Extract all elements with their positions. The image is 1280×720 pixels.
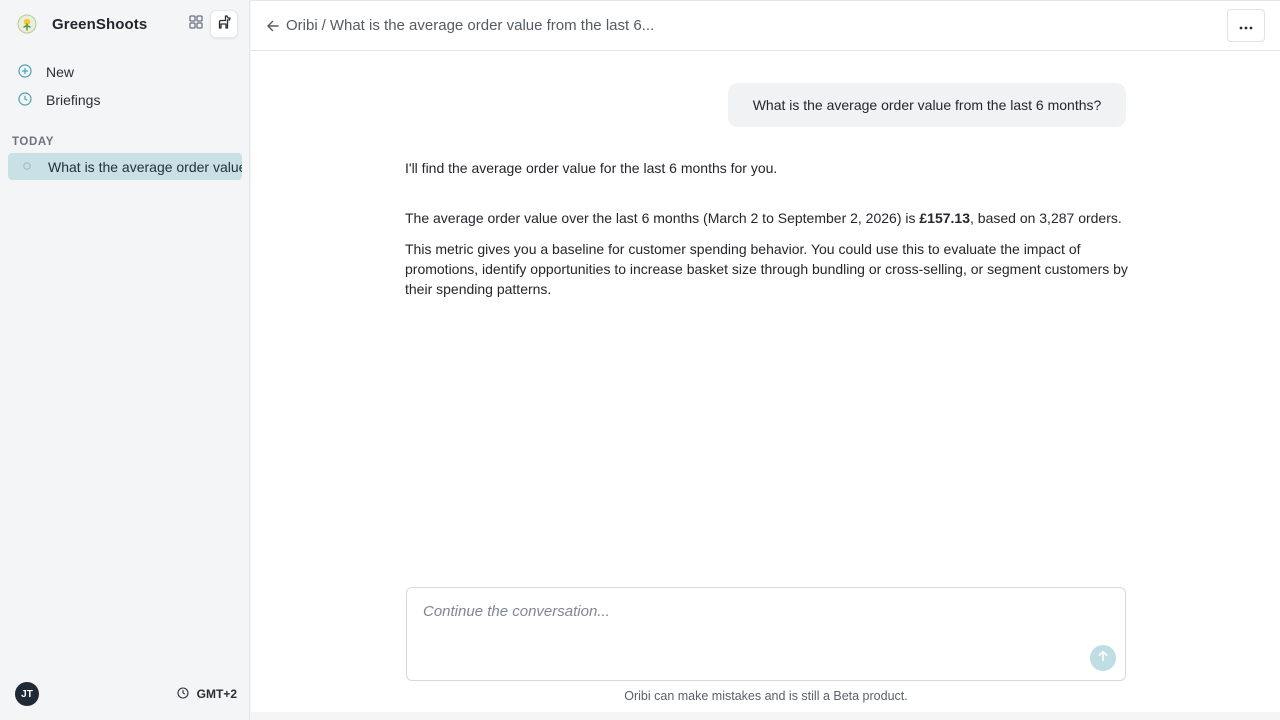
breadcrumb-separator: / bbox=[321, 17, 326, 34]
ellipsis-icon bbox=[1239, 17, 1253, 35]
clock-icon bbox=[177, 686, 189, 702]
history-section-label: TODAY bbox=[12, 136, 54, 148]
sidebar-item-briefings[interactable]: Briefings bbox=[8, 86, 242, 114]
conversation-title: What is the average order value from the… bbox=[329, 17, 655, 34]
chat-bubble-icon bbox=[22, 158, 32, 176]
sidebar: GreenShoots New Briefings TODAY What is … bbox=[0, 0, 250, 720]
assistant-chat-button[interactable] bbox=[210, 10, 238, 38]
answer-value: £157.13 bbox=[919, 210, 970, 226]
sidebar-top-actions bbox=[182, 10, 238, 38]
answer-text-post: , based on 3,287 orders. bbox=[970, 210, 1122, 226]
greenshoots-logo-icon bbox=[16, 13, 38, 35]
brand-name: GreenShoots bbox=[52, 15, 148, 33]
timezone-label: GMT+2 bbox=[196, 687, 237, 701]
sidebar-item-new[interactable]: New bbox=[8, 58, 242, 86]
arrow-up-icon bbox=[1097, 649, 1109, 667]
message-composer bbox=[406, 587, 1126, 681]
assistant-answer: The average order value over the last 6 … bbox=[405, 208, 1130, 228]
assistant-message: I'll find the average order value for th… bbox=[405, 158, 1130, 310]
breadcrumb: Oribi / What is the average order value … bbox=[266, 17, 654, 34]
grid-icon bbox=[189, 14, 203, 34]
plus-circle-icon bbox=[18, 63, 32, 81]
disclaimer: Oribi can make mistakes and is still a B… bbox=[624, 689, 908, 703]
history-item-active[interactable]: What is the average order value from the… bbox=[8, 153, 242, 180]
sidebar-item-label: Briefings bbox=[46, 92, 101, 108]
breadcrumb-root[interactable]: Oribi bbox=[286, 17, 318, 34]
sidebar-item-label: New bbox=[46, 64, 75, 80]
avatar[interactable]: JT bbox=[15, 682, 39, 706]
main-panel: Oribi / What is the average order value … bbox=[251, 0, 1280, 712]
dashboard-grid-button[interactable] bbox=[182, 10, 210, 38]
history-item-label: What is the average order value from the… bbox=[48, 158, 242, 175]
answer-text-pre: The average order value over the last 6 … bbox=[405, 210, 920, 226]
app-window: GreenShoots New Briefings TODAY What is … bbox=[0, 0, 1280, 720]
arrow-left-icon[interactable] bbox=[266, 18, 282, 34]
clock-icon bbox=[18, 91, 32, 109]
assistant-followup: This metric gives you a baseline for cus… bbox=[405, 241, 1128, 297]
conversation-header: Oribi / What is the average order value … bbox=[251, 1, 1280, 51]
user-message: What is the average order value from the… bbox=[728, 83, 1126, 127]
sidebar-nav: New Briefings bbox=[8, 58, 242, 114]
brand[interactable]: GreenShoots bbox=[16, 12, 147, 36]
timezone-selector[interactable]: GMT+2 bbox=[177, 686, 237, 702]
message-input[interactable] bbox=[423, 603, 1083, 643]
sidebar-footer: JT GMT+2 bbox=[15, 682, 237, 706]
assistant-intro: I'll find the average order value for th… bbox=[405, 160, 778, 176]
llama-icon bbox=[216, 14, 232, 35]
send-button[interactable] bbox=[1090, 645, 1116, 671]
more-options-button[interactable] bbox=[1227, 9, 1265, 42]
